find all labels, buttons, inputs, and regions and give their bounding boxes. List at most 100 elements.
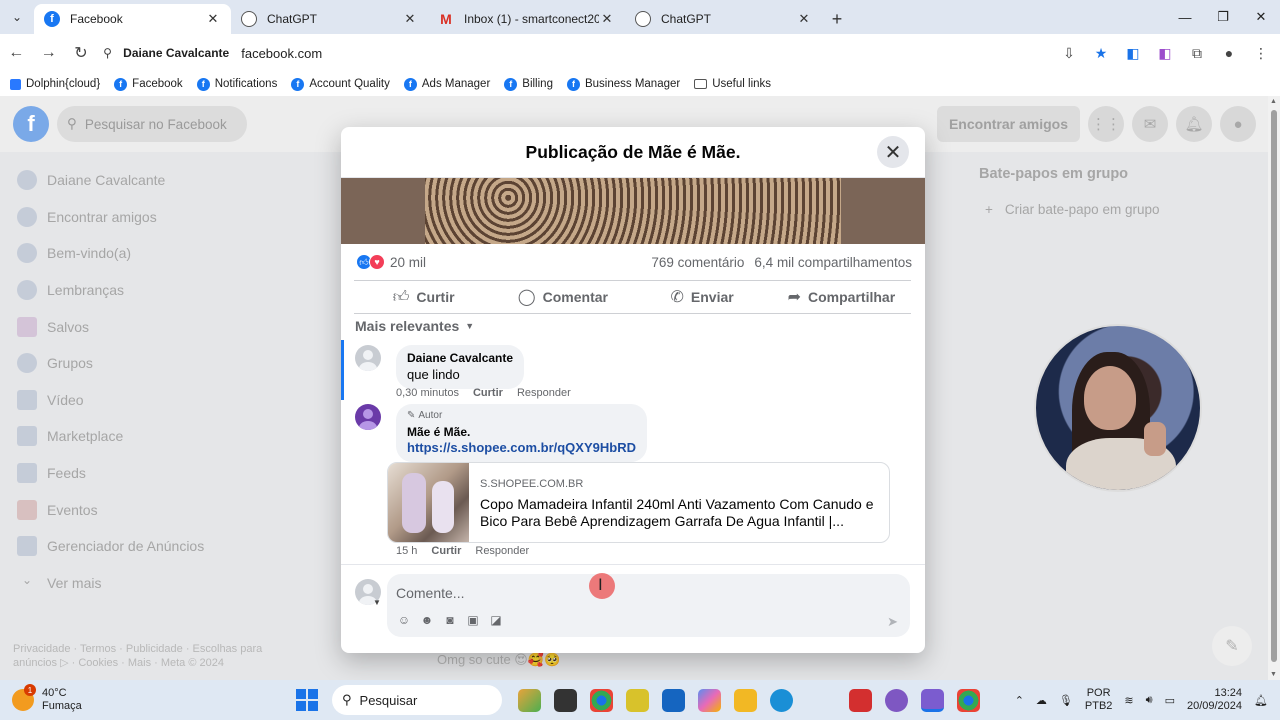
page-scrollbar[interactable]: ▲ ▼ [1268,96,1280,680]
microphone-icon[interactable]: 🎙︎ [1059,694,1073,707]
sidebar-item-groups[interactable]: Grupos [0,345,280,382]
close-window-icon[interactable]: ✕ [1242,0,1280,34]
site-info-icon[interactable]: ⚲ [103,46,123,60]
bookmark-useful-links[interactable]: Useful links [694,78,771,90]
comment-time[interactable]: 15 h [396,545,417,557]
extension-purple-icon[interactable]: ◧ [1152,40,1178,66]
acrobat-icon[interactable] [849,688,872,712]
avatar[interactable] [355,404,381,430]
sidebar-item-profile[interactable]: Daiane Cavalcante [0,162,280,199]
sidebar-item-ads-manager[interactable]: Gerenciador de Anúncios [0,528,280,565]
sidebar-item-events[interactable]: Eventos [0,491,280,528]
comment-sort-dropdown[interactable]: Mais relevantes ▼ [355,318,474,334]
chevron-up-icon[interactable]: ⌃ [1015,694,1024,707]
chrome-icon[interactable] [590,688,613,712]
app-icon[interactable] [885,688,908,712]
comment-button[interactable]: ◯ Comentar [493,287,632,307]
url-text[interactable]: facebook.com [241,46,322,61]
maximize-icon[interactable]: ❐ [1204,0,1242,34]
chrome-profile-icon[interactable] [957,688,980,712]
bookmark-notifications[interactable]: f Notifications [196,77,277,91]
messenger-icon[interactable]: ✉ [1132,106,1168,142]
wifi-icon[interactable]: ≋ [1124,694,1133,707]
camera-icon[interactable]: ◙ [443,613,457,627]
reactions-count[interactable]: 20 mil [390,255,426,270]
sidebar-item-saved[interactable]: Salvos [0,308,280,345]
tab-search-chevron-icon[interactable]: ⌄ [0,0,34,34]
bookmark-billing[interactable]: f Billing [504,77,553,91]
like-button[interactable]: 👍︎ Curtir [354,288,493,307]
new-message-icon[interactable]: ✎ [1212,626,1252,666]
facebook-footer-links[interactable]: Privacidade · Termos · Publicidade · Esc… [13,642,263,670]
bookmark-dolphin[interactable]: Dolphin{cloud} [10,78,100,90]
chevron-down-icon[interactable]: ▼ [373,598,381,607]
account-avatar[interactable]: ● [1220,106,1256,142]
scrollbar-thumb[interactable] [1271,110,1277,662]
bookmark-ads-manager[interactable]: f Ads Manager [403,77,490,91]
battery-icon[interactable]: ▭ [1165,694,1175,707]
menu-grid-icon[interactable]: ⋮⋮ [1088,106,1124,142]
sidebar-item-marketplace[interactable]: Marketplace [0,418,280,455]
comment-author[interactable]: Daiane Cavalcante [407,351,513,365]
avatar[interactable] [355,345,381,371]
comment-link[interactable]: https://s.shopee.com.br/qQXY9HbRD [407,440,636,455]
reload-icon[interactable]: ↻ [65,37,97,69]
widget-app-icon[interactable] [518,688,541,712]
bookmark-star-icon[interactable]: ★ [1088,40,1114,66]
sidebar-item-memories[interactable]: Lembranças [0,272,280,309]
emoji-icon[interactable]: ☻ [420,613,434,627]
language-indicator[interactable]: POR PTB2 [1085,687,1113,713]
copilot-icon[interactable] [698,688,721,712]
store-icon[interactable] [662,688,685,712]
extension-d-icon[interactable]: ◧ [1120,40,1146,66]
sidebar-item-see-more[interactable]: ⌄ Ver mais [0,565,280,602]
comment-input[interactable] [396,582,876,604]
profile-icon[interactable]: ● [1216,40,1242,66]
volume-icon[interactable]: 🔊︎ [1146,694,1153,707]
close-tab-icon[interactable]: ✕ [205,11,221,27]
scroll-down-icon[interactable]: ▼ [1270,671,1277,678]
send-comment-icon[interactable]: ➤ [887,614,898,630]
network-icon[interactable]: ☁ [1036,694,1047,707]
app-icon[interactable] [626,688,649,712]
comments-count[interactable]: 769 comentário [651,255,744,270]
facebook-search[interactable]: ⚲ Pesquisar no Facebook [57,106,247,142]
scroll-up-icon[interactable]: ▲ [1270,98,1277,105]
close-icon[interactable]: ✕ [877,136,909,168]
omnibox[interactable]: ⚲ Daiane Cavalcante facebook.com [103,38,1056,68]
install-app-icon[interactable]: ⇩ [1056,40,1082,66]
notifications-bell-icon[interactable]: 🔔︎ [1176,106,1212,142]
windows-start-icon[interactable] [296,689,318,711]
facebook-logo-icon[interactable]: f [13,106,49,142]
share-button[interactable]: ➦ Compartilhar [772,287,911,307]
link-preview-card[interactable]: S.SHOPEE.COM.BR Copo Mamadeira Infantil … [387,462,890,543]
browser-menu-icon[interactable]: ⋮ [1248,40,1274,66]
task-view-icon[interactable] [554,688,577,712]
reaction-icons[interactable]: 👍︎ ♥ [356,254,385,270]
tab-gmail[interactable]: M Inbox (1) - smartconect2024@g ✕ [428,4,625,34]
gif-icon[interactable]: ▣ [466,613,480,627]
notification-icon[interactable]: 🔔︎ [1254,694,1268,707]
back-icon[interactable]: ← [0,37,32,69]
comment-reply-button[interactable]: Responder [475,545,529,557]
new-tab-icon[interactable]: + [822,4,852,34]
extensions-puzzle-icon[interactable]: ⧉ [1184,40,1210,66]
tab-facebook[interactable]: f Facebook ✕ [34,4,231,34]
comment-like-button[interactable]: Curtir [473,387,503,399]
close-tab-icon[interactable]: ✕ [796,11,812,27]
weather-widget[interactable]: 1 40°C Fumaça [0,684,280,713]
tab-chatgpt-2[interactable]: ChatGPT ✕ [625,4,822,34]
comment-reply-button[interactable]: Responder [517,387,571,399]
taskbar-search[interactable]: ⚲ Pesquisar [332,685,502,715]
create-group-chat-button[interactable]: + Criar bate-papo em grupo [979,202,1249,217]
close-tab-icon[interactable]: ✕ [599,11,615,27]
close-tab-icon[interactable]: ✕ [402,11,418,27]
file-explorer-icon[interactable] [734,688,757,712]
bookmark-account-quality[interactable]: f Account Quality [291,77,390,91]
sidebar-item-find-friends[interactable]: Encontrar amigos [0,199,280,236]
bookmark-business-manager[interactable]: f Business Manager [566,77,680,91]
sidebar-item-feeds[interactable]: Feeds [0,455,280,492]
post-image[interactable] [341,178,925,244]
edge-icon[interactable] [770,688,793,712]
clock[interactable]: 13:24 20/09/2024 [1187,687,1242,713]
